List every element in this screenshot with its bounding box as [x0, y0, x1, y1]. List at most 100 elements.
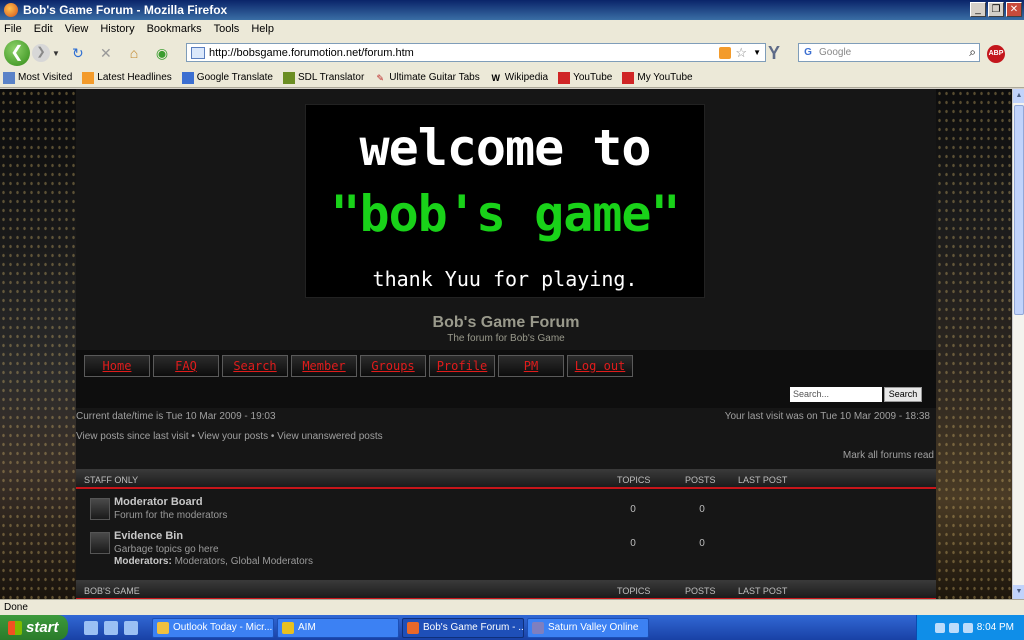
banner-line-1: welcome to	[359, 119, 651, 177]
menu-file[interactable]: File	[4, 23, 22, 35]
nav-logout-button[interactable]: Log out	[567, 355, 633, 377]
search-icon[interactable]: ⌕	[969, 45, 976, 60]
yahoo-toolbar-icon[interactable]: Y	[768, 43, 780, 64]
banner-line-2: "bob's game"	[330, 185, 680, 243]
tray-icon[interactable]	[948, 622, 959, 633]
taskbar-item-aim[interactable]: AIM	[277, 617, 399, 638]
stop-icon[interactable]: ✕	[96, 45, 116, 62]
forum-search-button[interactable]: Search	[884, 387, 922, 402]
taskbar-item-saturn-valley[interactable]: Saturn Valley Online	[527, 617, 649, 638]
adblock-plus-icon[interactable]: ABP	[987, 45, 1005, 63]
forward-button[interactable]: ❯	[32, 44, 50, 62]
menu-view[interactable]: View	[65, 23, 89, 35]
taskbar-item-outlook[interactable]: Outlook Today - Micr...	[152, 617, 274, 638]
tray-icon[interactable]	[934, 622, 945, 633]
nav-member-button[interactable]: Member	[291, 355, 357, 377]
window-controls: _ ❐ ✕	[970, 2, 1022, 17]
forum-title: Bob's Game Forum	[432, 314, 580, 331]
page-icon	[191, 46, 205, 59]
clock[interactable]: 8:04 PM	[977, 622, 1014, 633]
nav-home-button[interactable]: Home	[84, 355, 150, 377]
bookmark-wikipedia[interactable]: W Wikipedia	[490, 72, 548, 84]
unanswered-posts-link[interactable]: View unanswered posts	[277, 431, 382, 442]
show-desktop-icon[interactable]	[84, 620, 98, 635]
forum-moderators: Moderators: Moderators, Global Moderator…	[114, 556, 313, 567]
forum-name[interactable]: Moderator Board	[114, 496, 203, 508]
nav-groups-button[interactable]: Groups	[360, 355, 426, 377]
background-city-left	[0, 89, 76, 599]
vertical-scrollbar[interactable]: ▲ ▼	[1012, 89, 1024, 599]
maximize-button[interactable]: ❐	[988, 2, 1004, 17]
close-button[interactable]: ✕	[1006, 2, 1022, 17]
bookmark-most-visited[interactable]: Most Visited	[3, 71, 72, 84]
moderators-list[interactable]: Moderators, Global Moderators	[172, 556, 313, 567]
your-posts-link[interactable]: View your posts	[198, 431, 268, 442]
menu-bookmarks[interactable]: Bookmarks	[147, 23, 202, 35]
bookmark-star-icon[interactable]: ☆	[735, 45, 747, 61]
bookmark-label: My YouTube	[637, 72, 693, 83]
menu-help[interactable]: Help	[251, 23, 274, 35]
address-bar[interactable]: http://bobsgame.forumotion.net/forum.htm…	[186, 43, 766, 62]
forum-row: Evidence Bin Garbage topics go here Mode…	[76, 528, 936, 567]
media-player-icon[interactable]	[124, 620, 138, 635]
bookmark-latest-headlines[interactable]: Latest Headlines	[82, 71, 172, 84]
youtube-icon	[558, 71, 571, 84]
start-button[interactable]: start	[0, 615, 68, 640]
nav-faq-button[interactable]: FAQ	[153, 355, 219, 377]
volume-icon[interactable]	[962, 622, 973, 633]
menu-bar: File Edit View History Bookmarks Tools H…	[0, 20, 1024, 38]
current-datetime: Current date/time is Tue 10 Mar 2009 - 1…	[76, 411, 276, 422]
bookmark-google-translate[interactable]: Google Translate	[181, 71, 273, 84]
search-placeholder[interactable]: Google	[819, 47, 969, 58]
minimize-button[interactable]: _	[970, 2, 986, 17]
menu-edit[interactable]: Edit	[34, 23, 53, 35]
task-label: Saturn Valley Online	[548, 622, 639, 633]
nav-search-button[interactable]: Search	[222, 355, 288, 377]
mark-forums-read-link[interactable]: Mark all forums read	[843, 450, 934, 461]
forum-folder-icon	[90, 532, 110, 554]
bookmarks-toolbar: Most Visited Latest Headlines Google Tra…	[0, 68, 1024, 88]
scroll-down-icon[interactable]: ▼	[1013, 585, 1024, 599]
bookmark-youtube[interactable]: YouTube	[558, 71, 612, 84]
post-count: 0	[699, 504, 705, 515]
nav-pm-button[interactable]: PM	[498, 355, 564, 377]
taskbar-item-firefox[interactable]: Bob's Game Forum - ...	[402, 617, 524, 638]
menu-tools[interactable]: Tools	[214, 23, 240, 35]
forum-nav: Home FAQ Search Member Groups Profile PM…	[76, 350, 936, 408]
status-text: Done	[4, 602, 28, 613]
translate-icon	[181, 71, 194, 84]
link-separator: •	[268, 431, 278, 442]
address-dropdown-icon[interactable]: ▼	[753, 48, 761, 57]
firefox-icon	[407, 621, 419, 634]
search-engine-box[interactable]: G Google ⌕	[798, 43, 980, 62]
bookmark-label: Google Translate	[196, 72, 273, 83]
scroll-thumb[interactable]	[1014, 105, 1024, 315]
rss-feed-icon[interactable]	[719, 46, 732, 59]
history-dropdown-icon[interactable]: ▼	[52, 49, 60, 58]
last-post-column: LAST POST	[738, 475, 788, 485]
windows-flag-icon	[8, 620, 22, 635]
bookmark-my-youtube[interactable]: My YouTube	[622, 71, 693, 84]
bookmark-ultimate-guitar[interactable]: ✎ Ultimate Guitar Tabs	[374, 72, 480, 84]
forum-panel: welcome to "bob's game" thank Yuu for pl…	[76, 89, 936, 599]
category-name[interactable]: STAFF ONLY	[84, 475, 138, 485]
scroll-up-icon[interactable]: ▲	[1013, 89, 1024, 103]
ie-icon[interactable]	[104, 620, 118, 635]
reload-icon[interactable]: ↻	[68, 45, 88, 62]
nav-profile-button[interactable]: Profile	[429, 355, 495, 377]
forum-search-input[interactable]: Search...	[790, 387, 882, 402]
menu-history[interactable]: History	[100, 23, 134, 35]
addon-icon[interactable]: ◉	[152, 45, 172, 62]
bookmark-sdl-translator[interactable]: SDL Translator	[282, 71, 364, 84]
home-icon[interactable]: ⌂	[124, 45, 144, 61]
windows-taskbar: start Outlook Today - Micr... AIM Bob's …	[0, 615, 1024, 640]
posts-since-last-visit-link[interactable]: View posts since last visit	[76, 431, 189, 442]
category-name[interactable]: BOB'S GAME	[84, 586, 140, 596]
forum-name[interactable]: Evidence Bin	[114, 530, 183, 542]
posts-column: POSTS	[685, 586, 716, 596]
google-engine-icon[interactable]: G	[801, 47, 815, 59]
back-button[interactable]: ❮	[4, 40, 30, 66]
task-label: Outlook Today - Micr...	[173, 622, 273, 633]
window-titlebar[interactable]: Bob's Game Forum - Mozilla Firefox _ ❐ ✕	[0, 0, 1024, 20]
address-url[interactable]: http://bobsgame.forumotion.net/forum.htm	[209, 47, 719, 59]
